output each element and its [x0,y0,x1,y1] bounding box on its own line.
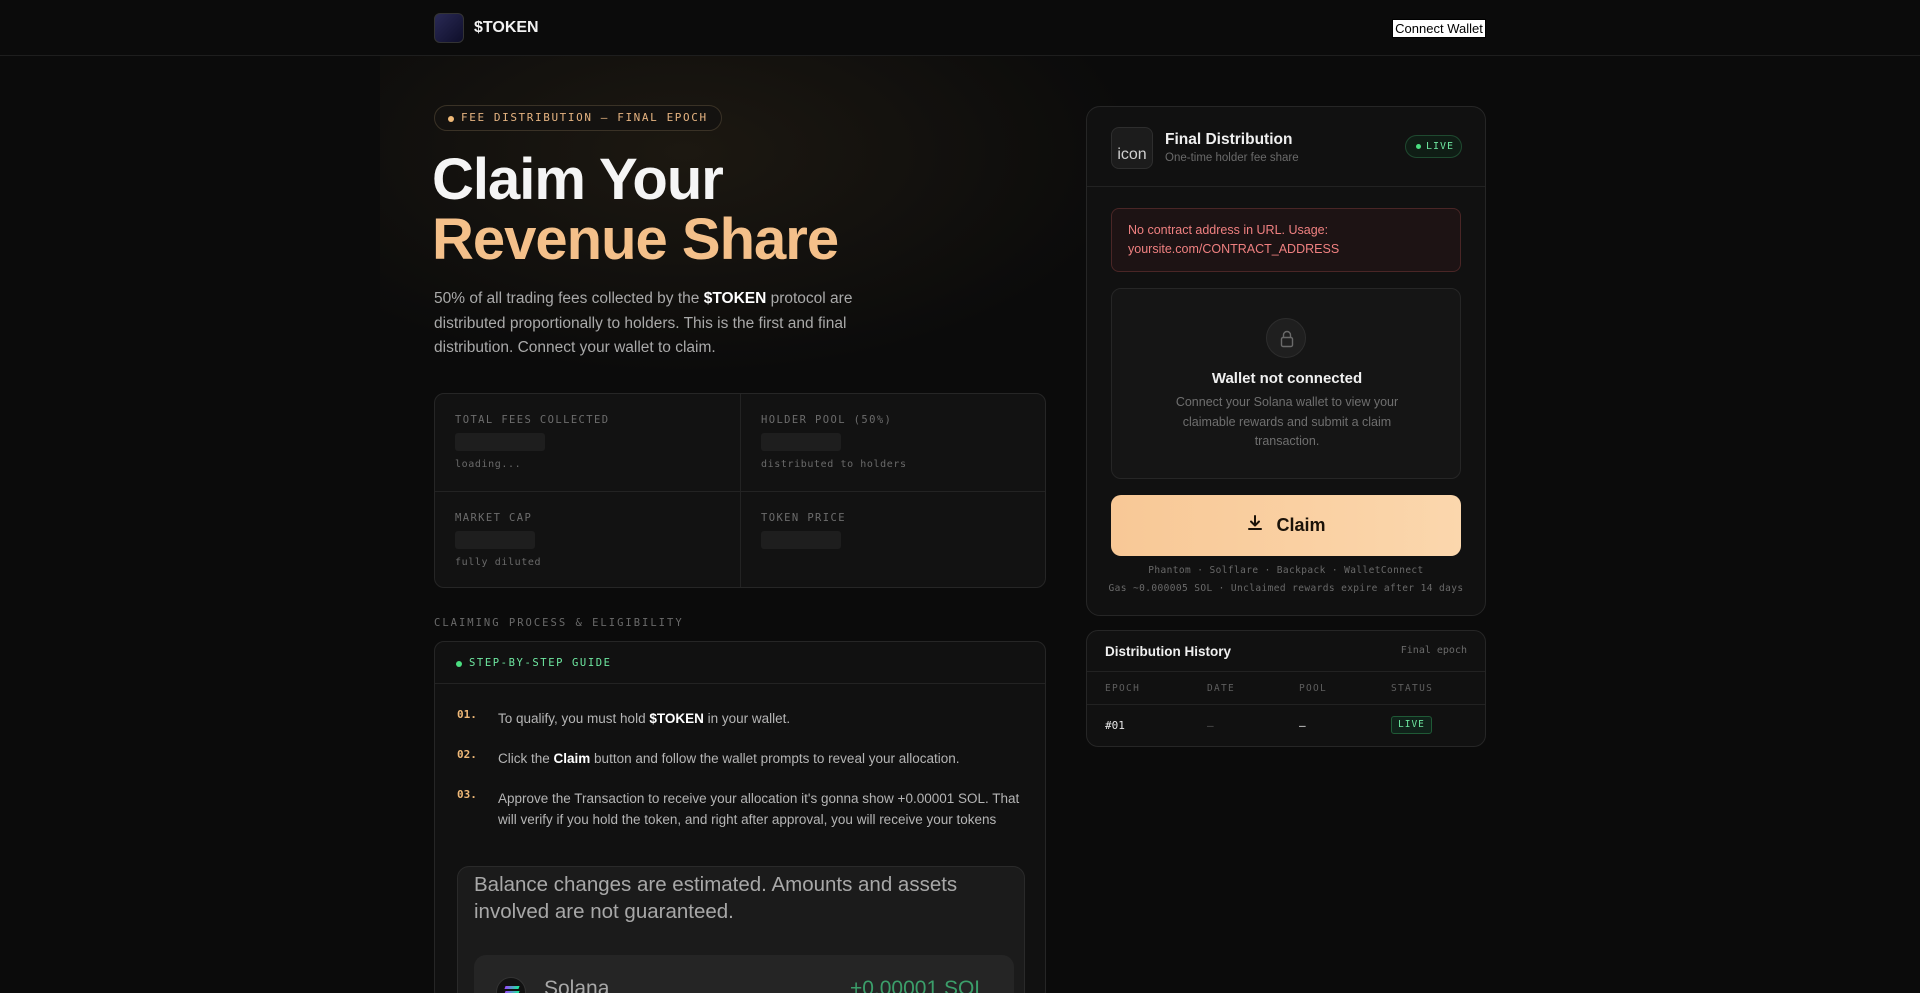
title-line-1: Claim Your [432,147,724,212]
card-title: Final Distribution [1165,131,1293,148]
wallet-approval-screenshot: Balance changes are estimated. Amounts a… [457,866,1025,993]
title-line-2: Revenue Share [432,207,839,272]
column-header-epoch: EPOCH [1105,683,1141,694]
asset-amount: +0.00001 SOL [849,977,986,993]
table-divider [1087,704,1485,705]
page-title: Claim Your Revenue Share [432,147,839,272]
step-number: 02. [457,748,477,761]
history-tag: Final epoch [1400,645,1467,656]
card-subtitle: One-time holder fee share [1165,152,1299,164]
card-header: icon Final Distribution One-time holder … [1087,107,1485,187]
download-icon [1246,514,1264,537]
distribution-history: Distribution History Final epoch EPOCH D… [1086,630,1486,747]
stat-skeleton [455,531,535,549]
not-connected-title: Wallet not connected [1211,370,1363,387]
stat-skeleton [455,433,545,451]
wallet-not-connected-panel: Wallet not connected Connect your Solana… [1111,288,1461,479]
step-text: Approve the Transaction to receive your … [498,788,1028,830]
step-text-pre: Approve the Transaction to receive your … [498,791,1020,827]
stat-skeleton [761,433,841,451]
epoch-pill: FEE DISTRIBUTION — FINAL EPOCH [434,105,722,131]
distribution-icon: icon [1111,127,1153,169]
brand-name: $TOKEN [474,19,539,36]
live-label: LIVE [1426,141,1455,152]
step-text-bold: Claim [553,751,591,766]
stat-sub: loading... [455,459,522,470]
top-nav: $TOKEN Connect Wallet [0,0,1920,56]
step-text-post: button and follow the wallet prompts to … [590,751,960,766]
claim-card: icon Final Distribution One-time holder … [1086,106,1486,616]
brand-logo-icon [434,13,464,43]
step-text-pre: To qualify, you must hold [498,711,650,726]
row-epoch: #01 [1105,719,1125,732]
stat-token-price: TOKEN PRICE [741,492,1045,587]
row-status-badge: LIVE [1391,716,1432,734]
step-text-bold: $TOKEN [649,711,704,726]
stat-market-cap: MARKET CAP fully diluted [435,492,740,587]
not-connected-text: Connect your Solana wallet to view your … [1175,395,1399,448]
pill-label: FEE DISTRIBUTION — FINAL EPOCH [461,111,708,124]
stat-label: TOTAL FEES COLLECTED [455,414,610,426]
hero-description: 50% of all trading fees collected by the… [434,287,864,361]
guide-header: STEP-BY-STEP GUIDE [435,642,1045,684]
row-pool: — [1299,719,1306,732]
stat-sub: fully diluted [455,557,542,568]
live-badge: LIVE [1405,135,1462,158]
live-dot-icon [1416,144,1421,149]
stat-holder-pool: HOLDER POOL (50%) distributed to holders [741,394,1045,491]
history-title: Distribution History [1105,644,1232,659]
solana-icon [496,977,526,993]
history-header: Distribution History Final epoch [1087,631,1485,672]
step-text-pre: Click the [498,751,554,766]
stat-total-fees: TOTAL FEES COLLECTED loading... [435,394,740,491]
column-header-pool: POOL [1299,683,1328,694]
step-text-post: in your wallet. [703,711,791,726]
column-header-date: DATE [1207,683,1236,694]
step-text: To qualify, you must hold $TOKEN in your… [498,708,1028,729]
section-title: CLAIMING PROCESS & ELIGIBILITY [434,617,684,629]
step-text: Click the Claim button and follow the wa… [498,748,1028,769]
error-alert: No contract address in URL. Usage: yours… [1111,208,1461,272]
guide-header-label: STEP-BY-STEP GUIDE [469,657,612,669]
claim-label: Claim [1276,515,1326,535]
guide-panel: STEP-BY-STEP GUIDE 01. To qualify, you m… [434,641,1046,993]
desc-pre: 50% of all trading fees collected by the [434,290,704,307]
supported-wallets: Phantom · Solflare · Backpack · WalletCo… [1148,565,1424,576]
balance-note: Balance changes are estimated. Amounts a… [474,873,958,923]
step-number: 03. [457,788,477,801]
stat-label: TOKEN PRICE [761,512,846,524]
stats-grid: TOTAL FEES COLLECTED loading... HOLDER P… [434,393,1046,588]
pill-dot-icon [448,116,454,122]
stat-label: HOLDER POOL (50%) [761,414,893,426]
balance-row: Solana +0.00001 SOL [474,955,1014,993]
asset-name: Solana [544,977,610,993]
stat-sub: distributed to holders [761,459,907,470]
stat-label: MARKET CAP [455,512,533,524]
stat-skeleton [761,531,841,549]
row-date: — [1207,719,1214,732]
column-header-status: STATUS [1391,683,1434,694]
connect-wallet-button[interactable]: Connect Wallet [1392,19,1486,38]
desc-token: $TOKEN [703,290,767,307]
gas-info: Gas ~0.000005 SOL · Unclaimed rewards ex… [1108,583,1464,594]
guide-dot-icon [456,661,462,667]
lock-icon [1266,318,1306,358]
claim-button[interactable]: Claim [1111,495,1461,556]
step-number: 01. [457,708,477,721]
